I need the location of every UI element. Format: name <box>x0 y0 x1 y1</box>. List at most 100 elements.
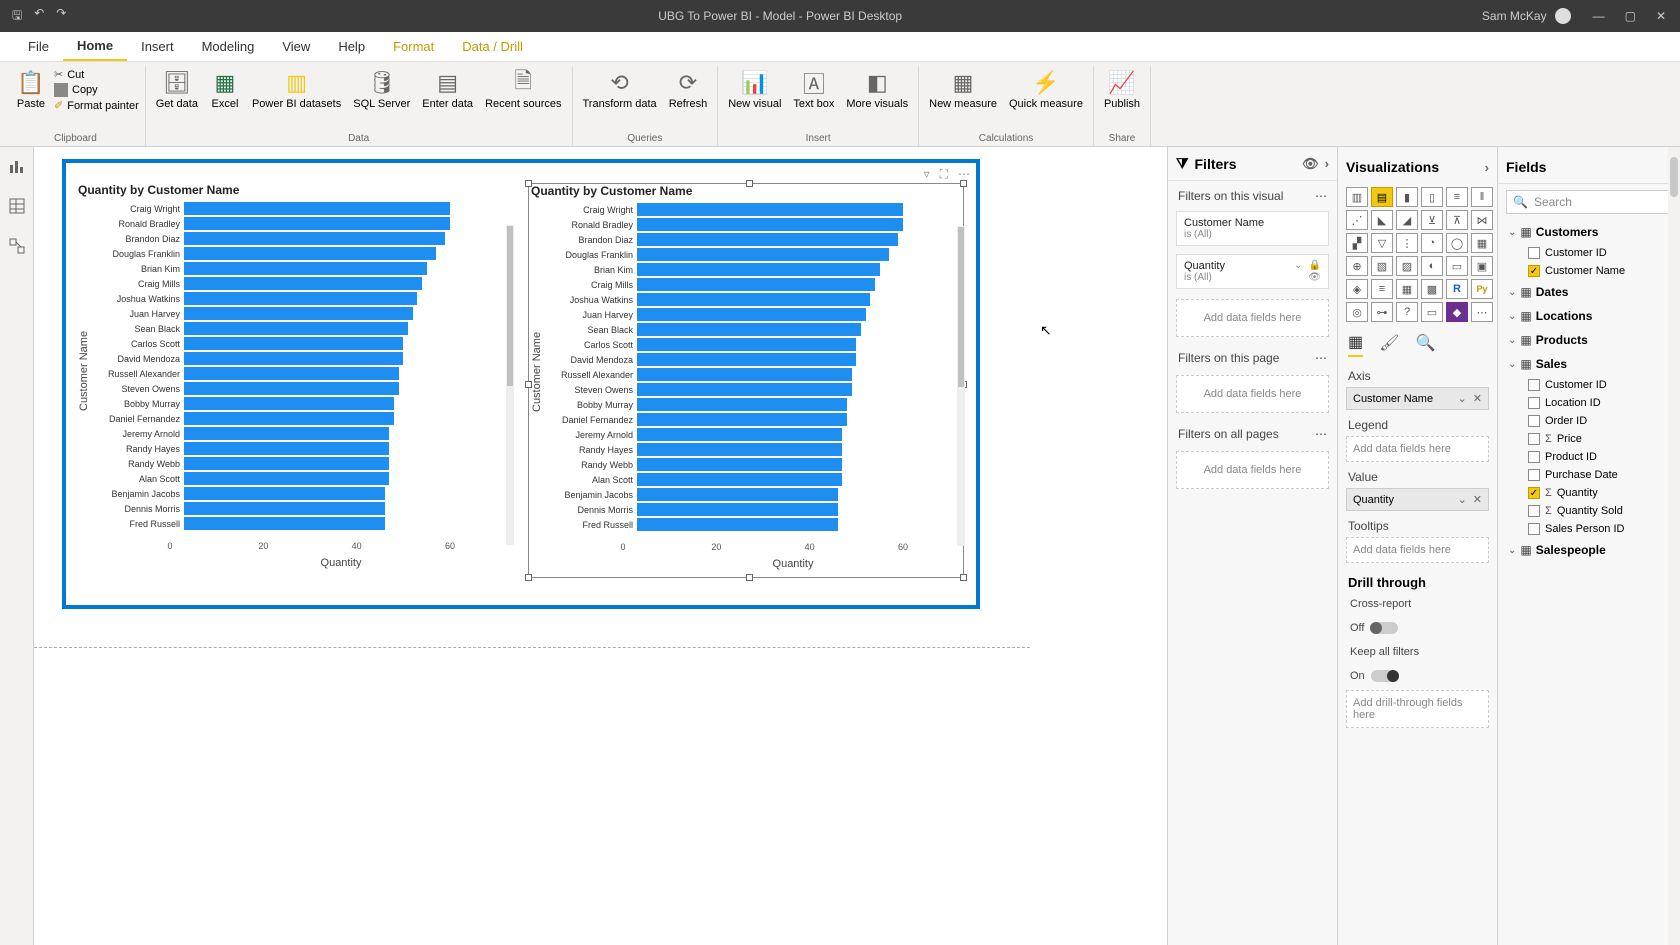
pbi-datasets-button[interactable]: ▥Power BI datasets <box>248 66 345 131</box>
bar-row[interactable]: Joshua Watkins <box>94 291 512 306</box>
resize-handle[interactable] <box>960 574 967 581</box>
field-purchase-date[interactable]: Purchase Date <box>1498 466 1680 484</box>
keep-all-toggle[interactable] <box>1371 670 1399 682</box>
bar-row[interactable]: Jeremy Arnold <box>547 427 963 442</box>
bar-row[interactable]: Douglas Franklin <box>94 246 512 261</box>
bar[interactable] <box>637 323 861 336</box>
paginated-icon[interactable]: ▭ <box>1421 302 1443 322</box>
bar-chart-visual-2-selected[interactable]: Quantity by Customer Name Customer Name … <box>528 183 964 578</box>
line-chart-icon[interactable]: ⋰ <box>1346 210 1368 230</box>
bar[interactable] <box>184 292 417 305</box>
report-view-button[interactable] <box>6 155 28 177</box>
stacked-bar-icon[interactable]: ▥ <box>1346 187 1368 207</box>
bar-row[interactable]: Brandon Diaz <box>94 231 512 246</box>
checkbox[interactable] <box>1528 469 1540 481</box>
bar[interactable] <box>637 353 856 366</box>
field-price[interactable]: ΣPrice <box>1498 430 1680 448</box>
bar[interactable] <box>637 458 842 471</box>
format-painter-button[interactable]: ✐Format painter <box>54 99 139 112</box>
bar[interactable] <box>184 442 389 455</box>
legend-well-dropzone[interactable]: Add data fields here <box>1346 436 1489 462</box>
cut-button[interactable]: ✂Cut <box>54 68 139 81</box>
new-measure-button[interactable]: ▦New measure <box>925 66 1001 131</box>
bar[interactable] <box>637 473 842 486</box>
user-avatar-icon[interactable] <box>1555 8 1571 24</box>
tab-file[interactable]: File <box>14 33 63 60</box>
key-influencers-icon[interactable]: ◎ <box>1346 302 1368 322</box>
field-order-id[interactable]: Order ID <box>1498 412 1680 430</box>
kpi-icon[interactable]: ◈ <box>1346 279 1368 299</box>
excel-button[interactable]: ▦Excel <box>206 66 244 131</box>
bar-row[interactable]: Carlos Scott <box>94 336 512 351</box>
lock-icon[interactable]: 🔒 <box>1309 260 1321 271</box>
save-icon[interactable]: 🖫 <box>12 6 22 27</box>
more-icon[interactable]: ⋯ <box>1315 427 1327 441</box>
field-customer-name[interactable]: ✓Customer Name <box>1498 262 1680 280</box>
bar[interactable] <box>637 338 856 351</box>
bar[interactable] <box>184 397 394 410</box>
bar[interactable] <box>184 322 408 335</box>
tab-help[interactable]: Help <box>324 33 379 60</box>
field-sales-customer-id[interactable]: Customer ID <box>1498 376 1680 394</box>
bar-row[interactable]: Bobby Murray <box>94 396 512 411</box>
bar-row[interactable]: Juan Harvey <box>94 306 512 321</box>
add-page-filter-dropzone[interactable]: Add data fields here <box>1176 375 1329 413</box>
bar-chart-visual-1[interactable]: Quantity by Customer Name Customer Name … <box>76 183 512 578</box>
redo-icon[interactable]: ↷ <box>56 6 66 27</box>
bar[interactable] <box>184 232 445 245</box>
bar-row[interactable]: Dennis Morris <box>547 502 963 517</box>
bar-row[interactable]: Ronald Bradley <box>547 217 963 232</box>
drill-through-dropzone[interactable]: Add drill-through fields here <box>1346 690 1489 728</box>
bar[interactable] <box>637 428 842 441</box>
bar[interactable] <box>637 518 838 531</box>
stacked-column-100-icon[interactable]: ‖ <box>1471 187 1493 207</box>
paste-button[interactable]: 📋Paste <box>12 66 50 131</box>
donut-icon[interactable]: ◯ <box>1446 233 1468 253</box>
undo-icon[interactable]: ↶ <box>34 6 44 27</box>
bar[interactable] <box>184 367 399 380</box>
bar-row[interactable]: Randy Hayes <box>547 442 963 457</box>
get-more-visuals-icon[interactable]: ⋯ <box>1471 302 1493 322</box>
clustered-column-icon[interactable]: ▯ <box>1421 187 1443 207</box>
eye-icon[interactable]: 👁 <box>1302 156 1319 172</box>
remove-icon[interactable]: ✕ <box>1473 392 1482 405</box>
table-dates[interactable]: ⌄▦Dates <box>1498 280 1680 304</box>
vertical-scrollbar[interactable] <box>1668 147 1680 945</box>
bar-row[interactable]: Fred Russell <box>94 516 512 531</box>
bar[interactable] <box>637 443 842 456</box>
r-visual-icon[interactable]: R <box>1446 279 1468 299</box>
table-locations[interactable]: ⌄▦Locations <box>1498 304 1680 328</box>
refresh-button[interactable]: ⟳Refresh <box>665 66 712 131</box>
tab-modeling[interactable]: Modeling <box>188 33 269 60</box>
map-icon[interactable]: ⊕ <box>1346 256 1368 276</box>
bar[interactable] <box>637 368 852 381</box>
bar-row[interactable]: Joshua Watkins <box>547 292 963 307</box>
chevron-down-icon[interactable]: ⌄ <box>1458 493 1467 506</box>
sql-server-button[interactable]: 🛢SQL Server <box>349 66 414 131</box>
decomposition-icon[interactable]: ⊶ <box>1371 302 1393 322</box>
field-quantity[interactable]: ✓ΣQuantity <box>1498 484 1680 502</box>
tab-format[interactable]: Format <box>379 33 448 60</box>
bar-row[interactable]: Alan Scott <box>94 471 512 486</box>
bar-row[interactable]: Benjamin Jacobs <box>94 486 512 501</box>
table-icon[interactable]: ▦ <box>1396 279 1418 299</box>
fields-tab-icon[interactable]: ▦ <box>1348 332 1363 357</box>
report-canvas[interactable]: ▿ ⛶ ⋯ Quantity by Customer Name Customer… <box>34 147 1167 945</box>
bar-row[interactable]: Carlos Scott <box>547 337 963 352</box>
bar[interactable] <box>637 203 903 216</box>
field-customer-id[interactable]: Customer ID <box>1498 244 1680 262</box>
bar[interactable] <box>637 383 852 396</box>
bar-row[interactable]: Brian Kim <box>94 261 512 276</box>
treemap-icon[interactable]: ▦ <box>1471 233 1493 253</box>
collapse-icon[interactable]: › <box>1325 156 1329 171</box>
bar-row[interactable]: Randy Hayes <box>94 441 512 456</box>
quick-measure-button[interactable]: ⚡Quick measure <box>1005 66 1087 131</box>
bar-row[interactable]: Benjamin Jacobs <box>547 487 963 502</box>
stacked-bar-100-icon[interactable]: ≡ <box>1446 187 1468 207</box>
more-icon[interactable]: ⋯ <box>1315 351 1327 365</box>
checkbox[interactable] <box>1528 379 1540 391</box>
scatter-icon[interactable]: ⋮ <box>1396 233 1418 253</box>
publish-button[interactable]: 📈Publish <box>1100 66 1144 131</box>
bar[interactable] <box>637 233 898 246</box>
format-tab-icon[interactable]: 🖌 <box>1379 333 1399 356</box>
